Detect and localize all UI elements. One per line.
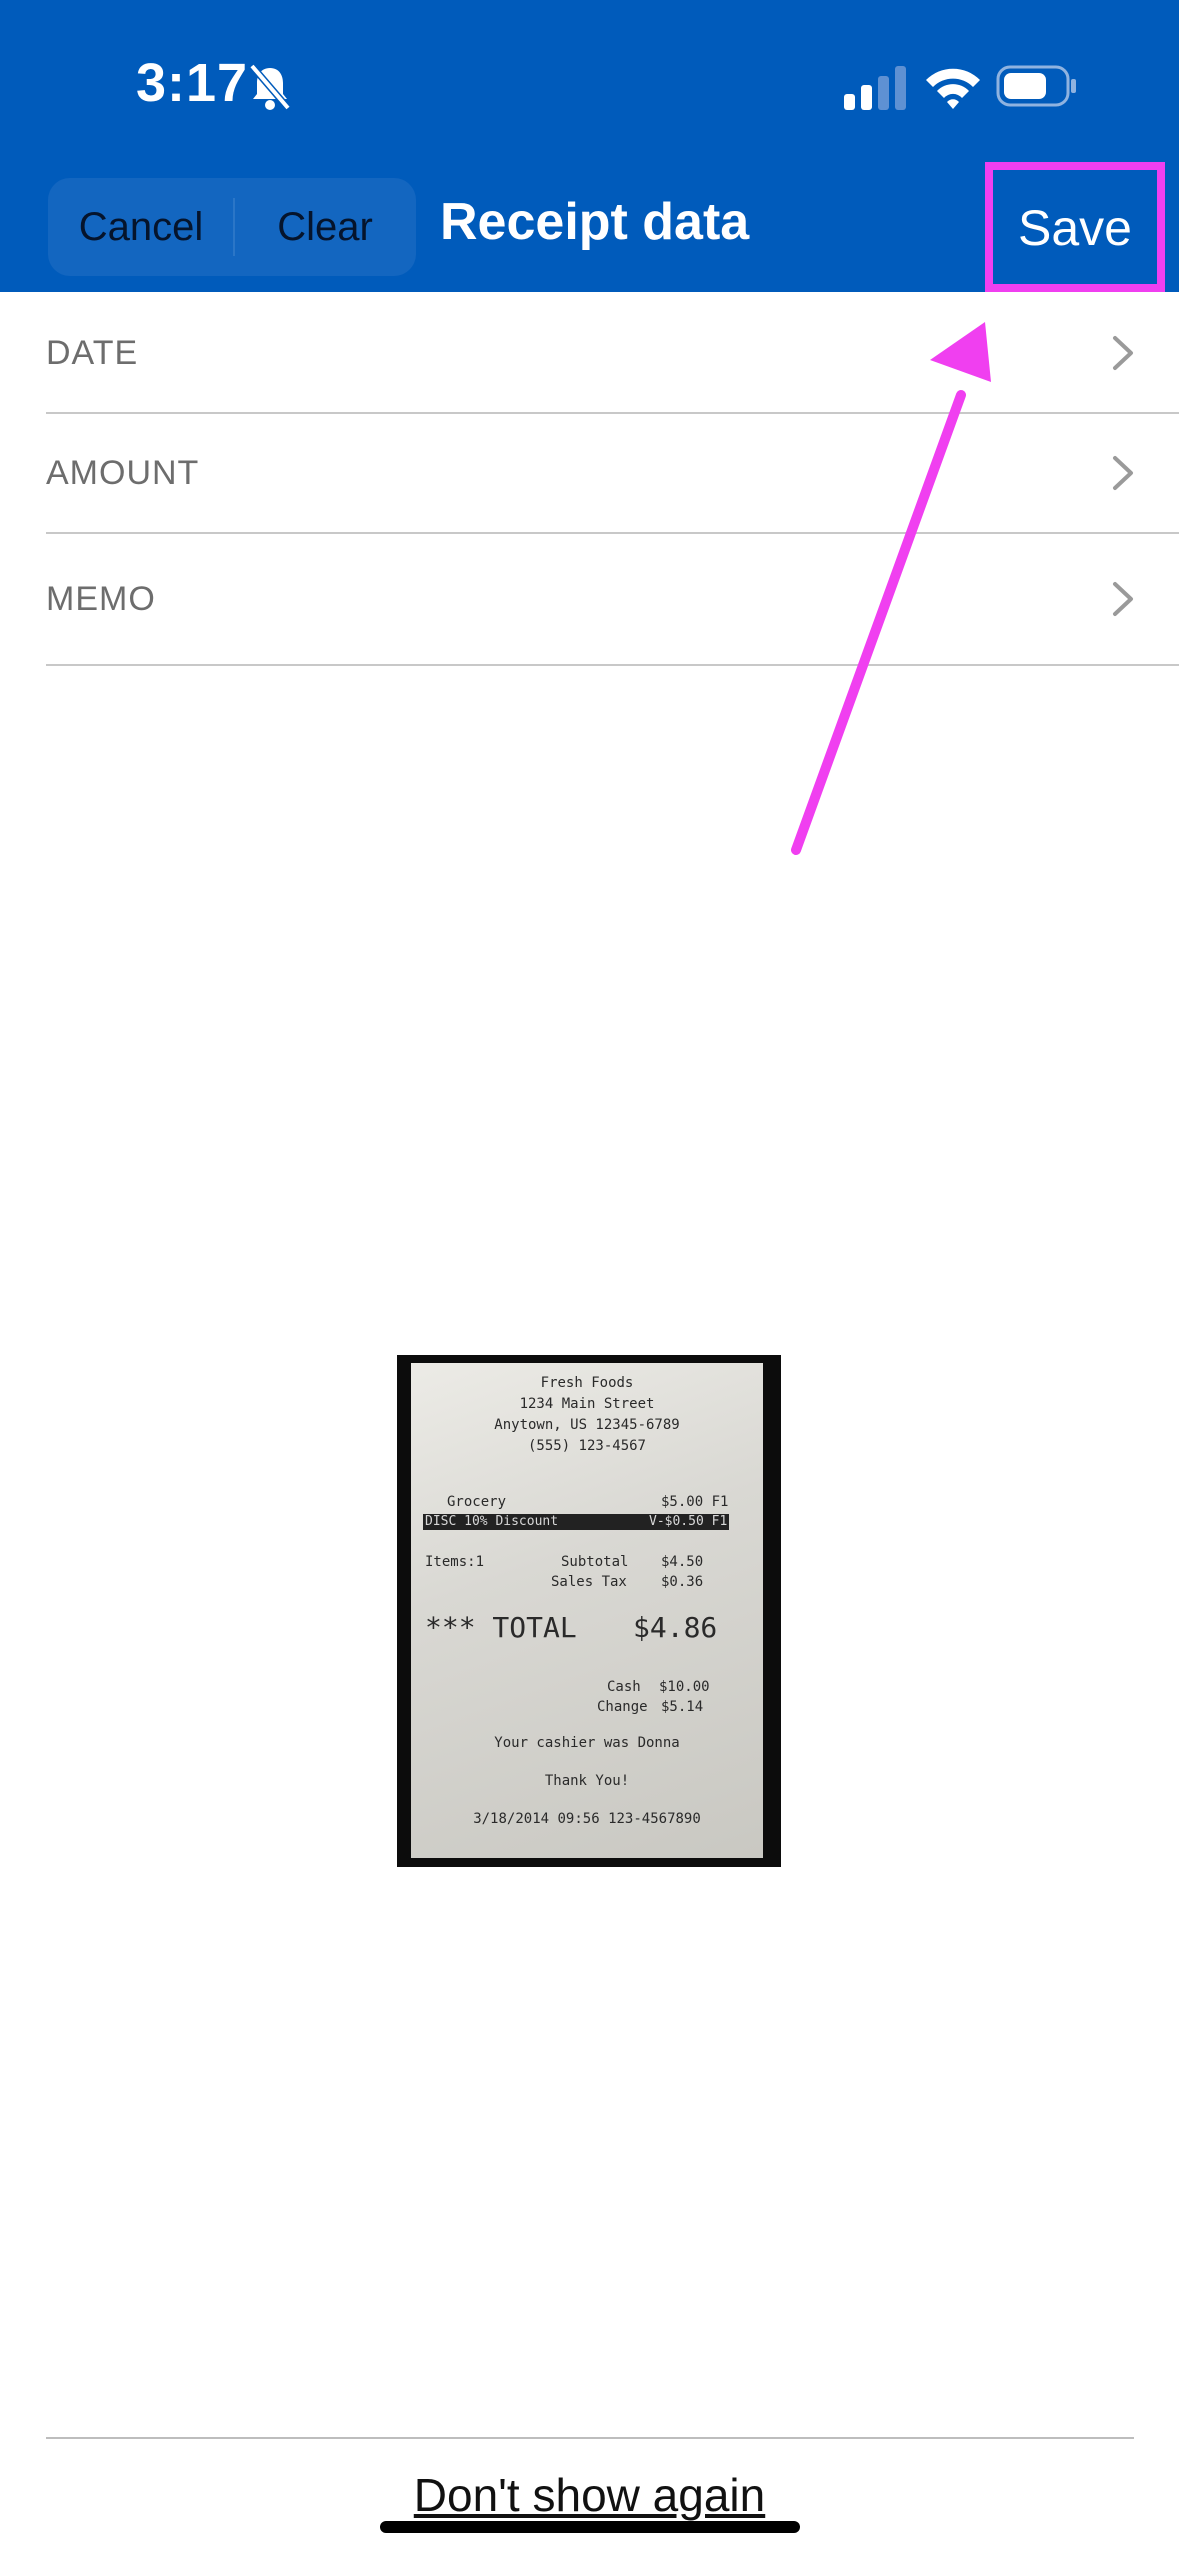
cancel-button[interactable]: Cancel xyxy=(48,178,234,276)
chevron-right-icon xyxy=(1113,336,1133,370)
date-label: DATE xyxy=(46,334,139,372)
receipt-discount-value: V-$0.50 F1 xyxy=(649,1514,728,1529)
receipt-thanks: Thank You! xyxy=(544,1773,630,1789)
receipt-street: 1234 Main Street xyxy=(519,1396,655,1412)
receipt-total-label: *** TOTAL xyxy=(425,1611,577,1644)
page-title: Receipt data xyxy=(440,193,750,251)
cancel-clear-group: Cancel Clear xyxy=(48,178,416,276)
receipt-cash-value: $10.00 xyxy=(659,1679,710,1695)
memo-label: MEMO xyxy=(46,580,156,618)
bottom-divider xyxy=(46,2437,1134,2439)
receipt-image: Fresh Foods 1234 Main Street Anytown, US… xyxy=(397,1355,781,1867)
amount-label: AMOUNT xyxy=(46,454,200,492)
date-row[interactable]: DATE xyxy=(46,292,1179,414)
receipt-cashier: Your cashier was Donna xyxy=(494,1735,680,1751)
receipt-items-count: Items:1 xyxy=(425,1554,485,1570)
receipt-subtotal-label: Subtotal xyxy=(561,1554,629,1570)
dont-show-again-link[interactable]: Don't show again xyxy=(0,2468,1179,2522)
receipt-subtotal-value: $4.50 xyxy=(661,1554,704,1570)
wifi-icon xyxy=(926,68,980,109)
receipt-change-label: Change xyxy=(597,1699,648,1715)
receipt-tax-label: Sales Tax xyxy=(551,1574,627,1590)
amount-row[interactable]: AMOUNT xyxy=(46,412,1179,534)
save-highlight-box xyxy=(985,162,1165,292)
chevron-right-icon xyxy=(1113,582,1133,616)
battery-icon xyxy=(996,65,1076,107)
status-time: 3:17 xyxy=(136,53,249,113)
receipt-change-value: $5.14 xyxy=(661,1699,704,1715)
receipt-city: Anytown, US 12345-6789 xyxy=(494,1417,680,1433)
receipt-item-price: $5.00 F1 xyxy=(661,1494,729,1510)
receipt-discount-band: DISC 10% Discount V-$0.50 F1 xyxy=(423,1514,729,1530)
receipt-total-value: $4.86 xyxy=(633,1611,718,1644)
bell-off-icon xyxy=(249,63,291,111)
home-indicator xyxy=(380,2521,800,2533)
receipt-footer: 3/18/2014 09:56 123-4567890 xyxy=(473,1811,701,1827)
cellular-signal-icon xyxy=(844,66,906,110)
receipt-discount-name: DISC 10% Discount xyxy=(425,1514,559,1529)
receipt-item-name: Grocery xyxy=(447,1494,507,1510)
receipt-cash-label: Cash xyxy=(607,1679,641,1695)
clear-button[interactable]: Clear xyxy=(234,178,416,276)
chevron-right-icon xyxy=(1113,456,1133,490)
memo-row[interactable]: MEMO xyxy=(46,532,1179,666)
receipt-store: Fresh Foods xyxy=(540,1375,634,1391)
receipt-paper: Fresh Foods 1234 Main Street Anytown, US… xyxy=(411,1363,763,1858)
receipt-tax-value: $0.36 xyxy=(661,1574,704,1590)
receipt-phone: (555) 123-4567 xyxy=(527,1438,646,1454)
